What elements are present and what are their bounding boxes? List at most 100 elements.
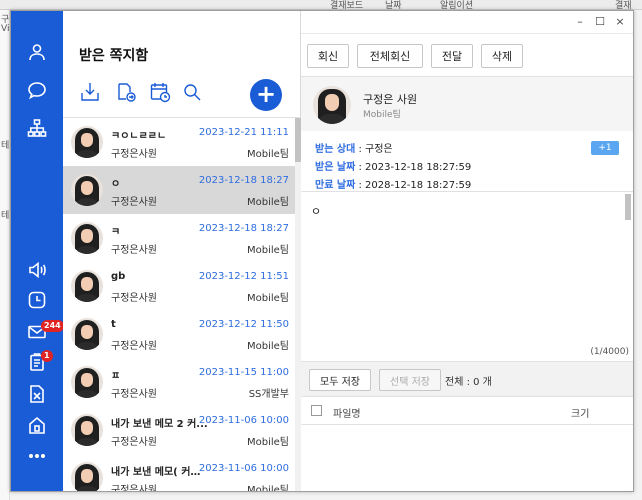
- message-subject: ㅇ: [111, 179, 121, 190]
- sender-name: 구정은사원: [111, 389, 157, 400]
- sender-team: Mobile팀: [246, 437, 289, 448]
- file-size-column[interactable]: 크기: [571, 405, 589, 420]
- speaker-icon[interactable]: [24, 257, 50, 283]
- avatar: [71, 174, 103, 206]
- list-item[interactable]: gb 2023-12-12 11:51 구정은사원 Mobile팀: [63, 262, 295, 310]
- attachment-total: 전체 : 0 개: [445, 377, 492, 388]
- avatar: [71, 270, 103, 302]
- message-subject: 내가 보낸 메모( 커서...: [111, 467, 209, 478]
- home-icon[interactable]: [24, 412, 50, 438]
- message-subject: t: [111, 319, 116, 330]
- avatar: [71, 462, 103, 491]
- search-icon[interactable]: [179, 79, 205, 105]
- message-list-panel: 받은 쪽지함 + ㅋㅇㄴㄹㄹㄴ 2023-12-21 11:11 구정은사원 M…: [63, 11, 301, 492]
- sender-team: Mobile팀: [246, 197, 289, 208]
- expire-date-label: 만료 날짜: [315, 180, 356, 191]
- sender-team: Mobile팀: [246, 149, 289, 160]
- message-body: ㅇ: [311, 205, 322, 218]
- background-window-edge: 구 Vi 테 테: [0, 10, 10, 500]
- message-toolbar: 회신 전체회신 전달 삭제: [301, 33, 633, 77]
- sender-name: 구정은사원: [111, 485, 157, 492]
- mail-unread-badge: 244: [41, 320, 64, 332]
- forward-button[interactable]: 전달: [431, 44, 473, 68]
- download-icon[interactable]: [77, 79, 103, 105]
- background-text: Vi: [1, 24, 10, 34]
- close-button[interactable]: ×: [613, 15, 627, 29]
- list-item[interactable]: 내가 보낸 메모( 커서... 2023-11-06 10:00 구정은사원 M…: [63, 454, 295, 492]
- expire-date-value: : 2028-12-18 18:27:59: [355, 180, 472, 191]
- page-title: 받은 쪽지함: [79, 48, 149, 64]
- message-detail-panel: – ☐ × 회신 전체회신 전달 삭제 구정은 사원 Mobile팀 받는 상대…: [301, 11, 633, 491]
- file-name-column[interactable]: 파일명: [333, 405, 361, 420]
- message-subject: ㅋ: [111, 227, 121, 238]
- list-item[interactable]: 내가 보낸 메모 2 커... 2023-11-06 10:00 구정은사원 M…: [63, 406, 295, 454]
- sender-name: 구정은사원: [111, 149, 157, 160]
- sender-name: 구정은사원: [111, 197, 157, 208]
- message-date: 2023-11-06 10:00: [198, 463, 289, 474]
- message-list: ㅋㅇㄴㄹㄹㄴ 2023-12-21 11:11 구정은사원 Mobile팀 ㅇ …: [63, 117, 301, 492]
- reply-all-button[interactable]: 전체회신: [357, 44, 423, 68]
- sender-team: Mobile팀: [246, 341, 289, 352]
- avatar: [71, 414, 103, 446]
- extra-recipients-badge[interactable]: +1: [591, 141, 619, 155]
- char-counter: (1/4000): [590, 347, 629, 357]
- sender-name: 구정은사원: [111, 245, 157, 256]
- avatar: [71, 366, 103, 398]
- message-date: 2023-11-15 11:00: [198, 367, 289, 378]
- received-date-label: 받은 날짜: [315, 162, 356, 173]
- chat-bubble-icon[interactable]: [24, 77, 50, 103]
- reply-button[interactable]: 회신: [307, 44, 349, 68]
- sender-name: 구정은사원: [111, 293, 157, 304]
- message-body-area[interactable]: [301, 191, 633, 361]
- message-subject: ㅍ: [111, 371, 121, 382]
- message-date: 2023-12-12 11:51: [198, 271, 289, 282]
- clock-icon[interactable]: [24, 287, 50, 313]
- file-table-header: 파일명 크기: [301, 397, 633, 425]
- sender-card: 구정은 사원 Mobile팀: [301, 77, 633, 131]
- more-icon[interactable]: [24, 443, 50, 469]
- sender-team: Mobile팀: [363, 110, 401, 120]
- recipient-value: : 구정은: [355, 144, 393, 155]
- sender-name: 구정은사원: [111, 437, 157, 448]
- sender-team: SS개발부: [248, 389, 289, 400]
- background-text: 테: [1, 211, 10, 221]
- message-subject: 내가 보낸 메모 2 커...: [111, 419, 208, 430]
- calendar-icon[interactable]: [147, 79, 173, 105]
- recipient-row: 받는 상대 : 구정은: [315, 140, 393, 155]
- save-selected-button[interactable]: 선택 저장: [379, 369, 441, 391]
- new-message-button[interactable]: +: [250, 79, 282, 111]
- person-icon[interactable]: [24, 39, 50, 65]
- avatar: [71, 318, 103, 350]
- expire-date-row: 만료 날짜 : 2028-12-18 18:27:59: [315, 176, 471, 191]
- select-all-checkbox[interactable]: [311, 405, 322, 416]
- save-all-button[interactable]: 모두 저장: [309, 369, 371, 391]
- message-date: 2023-12-18 18:27: [198, 175, 289, 186]
- minimize-button[interactable]: –: [573, 15, 587, 29]
- clipboard-badge: 1: [41, 350, 53, 362]
- avatar: [71, 222, 103, 254]
- body-scrollbar-thumb[interactable]: [625, 194, 631, 220]
- received-date-value: : 2023-12-18 18:27:59: [355, 162, 472, 173]
- list-item[interactable]: ㅋㅇㄴㄹㄹㄴ 2023-12-21 11:11 구정은사원 Mobile팀: [63, 118, 295, 166]
- list-item[interactable]: ㅋ 2023-12-18 18:27 구정은사원 Mobile팀: [63, 214, 295, 262]
- list-item-selected[interactable]: ㅇ 2023-12-18 18:27 구정은사원 Mobile팀: [63, 166, 295, 214]
- avatar[interactable]: [313, 86, 351, 124]
- list-item[interactable]: t 2023-12-12 11:50 구정은사원 Mobile팀: [63, 310, 295, 358]
- background-text: 테: [1, 141, 10, 151]
- message-date: 2023-12-12 11:50: [198, 319, 289, 330]
- messenger-window: 244 1 받은 쪽지함 + ㅋㅇㄴㄹㄹㄴ 2023-12-21 11:11 구…: [10, 10, 634, 492]
- maximize-button[interactable]: ☐: [593, 15, 607, 29]
- forward-icon[interactable]: [113, 79, 139, 105]
- delete-button[interactable]: 삭제: [481, 44, 523, 68]
- message-date: 2023-11-06 10:00: [198, 415, 289, 426]
- received-date-row: 받은 날짜 : 2023-12-18 18:27:59: [315, 158, 471, 173]
- message-subject: gb: [111, 271, 126, 282]
- recipient-label: 받는 상대: [315, 144, 356, 155]
- sender-name: 구정은 사원: [363, 93, 418, 106]
- message-subject: ㅋㅇㄴㄹㄹㄴ: [111, 131, 167, 142]
- document-x-icon[interactable]: [24, 381, 50, 407]
- org-chart-icon[interactable]: [24, 115, 50, 141]
- list-item[interactable]: ㅍ 2023-11-15 11:00 구정은사원 SS개발부: [63, 358, 295, 406]
- sender-team: Mobile팀: [246, 293, 289, 304]
- attachment-toolbar: 모두 저장 선택 저장 전체 : 0 개: [301, 361, 633, 397]
